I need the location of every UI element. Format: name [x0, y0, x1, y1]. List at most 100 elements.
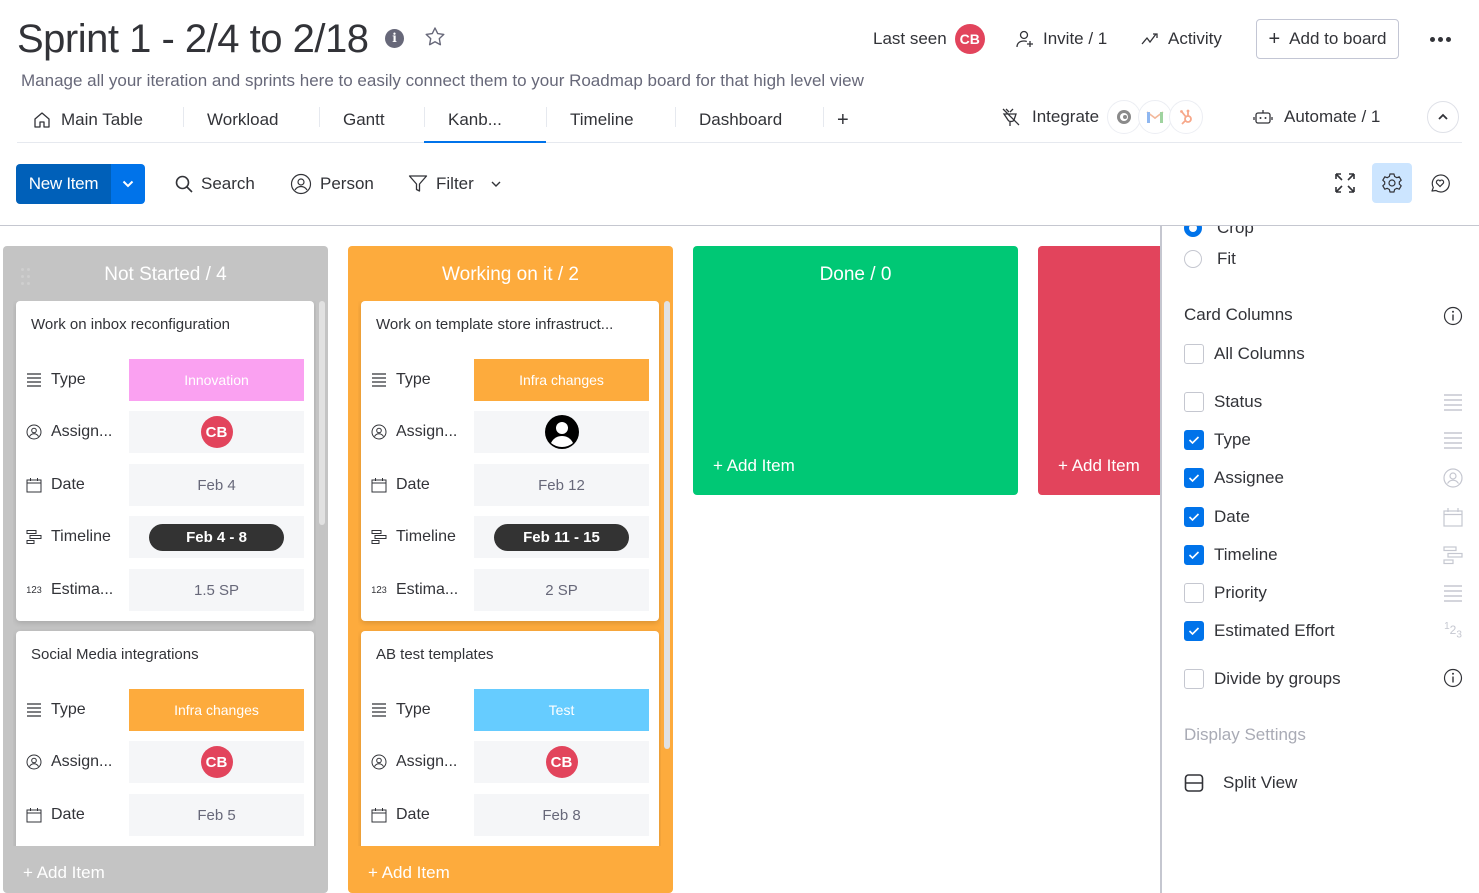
image-option-fit[interactable]: Fit: [1184, 247, 1236, 271]
new-item-button[interactable]: New Item: [16, 164, 145, 204]
tab-timeline[interactable]: Timeline: [570, 98, 634, 142]
image-option-crop[interactable]: Crop: [1184, 226, 1254, 240]
tab-main-table[interactable]: Main Table: [32, 98, 143, 142]
kanban-card[interactable]: Work on template store infrastruct... Ty…: [361, 301, 659, 621]
collapse-header-button[interactable]: [1427, 101, 1459, 133]
kanban-card[interactable]: AB test templates Type Test Assign... CB…: [361, 631, 659, 846]
checkbox[interactable]: [1184, 669, 1204, 689]
checkbox[interactable]: [1184, 507, 1204, 527]
new-item-dropdown[interactable]: [111, 164, 145, 204]
column-title[interactable]: Not Started / 4: [3, 264, 328, 286]
estimate-value[interactable]: 2 SP: [474, 569, 649, 611]
add-to-board-button[interactable]: + Add to board: [1256, 19, 1399, 59]
card-title[interactable]: Work on inbox reconfiguration: [31, 316, 301, 333]
type-label-value[interactable]: Infra changes: [129, 689, 304, 731]
info-circle-icon[interactable]: [1442, 305, 1464, 327]
card-title[interactable]: Social Media integrations: [31, 646, 301, 663]
checkbox[interactable]: [1184, 583, 1204, 603]
card-title[interactable]: Work on template store infrastruct...: [376, 316, 646, 333]
add-item-button[interactable]: + Add Item: [1058, 456, 1140, 476]
column-toggle-timeline[interactable]: Timeline: [1184, 543, 1278, 567]
column-toggle-status[interactable]: Status: [1184, 390, 1262, 414]
kanban-column-working-on-it: Working on it / 2 Work on template store…: [348, 246, 673, 893]
assignee-value[interactable]: CB: [129, 741, 304, 783]
date-value[interactable]: Feb 8: [474, 794, 649, 836]
radio-button[interactable]: [1184, 250, 1202, 268]
split-view-button[interactable]: Split View: [1184, 771, 1297, 795]
date-value[interactable]: Feb 4: [129, 464, 304, 506]
board-title[interactable]: Sprint 1 - 2/4 to 2/18: [17, 14, 369, 64]
automate-button[interactable]: Automate / 1: [1252, 102, 1380, 132]
column-title[interactable]: Working on it / 2: [348, 264, 673, 286]
add-item-button[interactable]: + Add Item: [23, 863, 105, 883]
checkbox[interactable]: [1184, 545, 1204, 565]
kanban-card[interactable]: Work on inbox reconfiguration Type Innov…: [16, 301, 314, 621]
timeline-value[interactable]: Feb 4 - 8: [129, 516, 304, 558]
add-view-button[interactable]: +: [837, 98, 849, 142]
checkbox-label: Date: [1214, 507, 1250, 526]
settings-button[interactable]: [1372, 163, 1412, 203]
more-options-button[interactable]: [1425, 24, 1455, 54]
radio-button[interactable]: [1184, 226, 1202, 237]
checkbox[interactable]: [1184, 392, 1204, 412]
column-toggle-estimated-effort[interactable]: Estimated Effort: [1184, 619, 1335, 643]
estimate-value[interactable]: 1.5 SP: [129, 569, 304, 611]
split-view-icon: [1184, 774, 1204, 792]
column-toggle-type[interactable]: Type: [1184, 428, 1251, 452]
activity-button[interactable]: Activity: [1140, 20, 1222, 58]
checkbox[interactable]: [1184, 430, 1204, 450]
tab-label: Main Table: [61, 110, 143, 129]
date-value[interactable]: Feb 12: [474, 464, 649, 506]
search-button[interactable]: Search: [175, 168, 255, 200]
assignee-value[interactable]: CB: [474, 741, 649, 783]
column-scrollbar[interactable]: [319, 301, 325, 525]
type-label-value[interactable]: Test: [474, 689, 649, 731]
card-title[interactable]: AB test templates: [376, 646, 646, 663]
invite-button[interactable]: Invite / 1: [1015, 20, 1107, 58]
board-description[interactable]: Manage all your iteration and sprints he…: [21, 71, 864, 91]
column-scrollbar[interactable]: [664, 301, 670, 749]
fullscreen-button[interactable]: [1325, 163, 1365, 203]
field-label: Assign...: [396, 423, 458, 440]
last-seen-button[interactable]: Last seen CB: [873, 20, 985, 58]
star-icon[interactable]: [423, 25, 447, 49]
date-value[interactable]: Feb 5: [129, 794, 304, 836]
tab-gantt[interactable]: Gantt: [343, 98, 385, 142]
column-title[interactable]: Done / 0: [693, 264, 1018, 286]
info-circle-icon[interactable]: [1442, 667, 1464, 689]
chevron-down-icon[interactable]: [490, 180, 502, 188]
feedback-button[interactable]: [1420, 163, 1460, 203]
tab-dashboard[interactable]: Dashboard: [699, 98, 782, 142]
assignee-value[interactable]: [474, 411, 649, 453]
type-label-value[interactable]: Innovation: [129, 359, 304, 401]
divide-by-groups-checkbox[interactable]: Divide by groups: [1184, 667, 1341, 691]
column-toggle-date[interactable]: Date: [1184, 505, 1250, 529]
board-settings-panel: Crop Fit Card Columns All Columns Status…: [1160, 226, 1479, 893]
tab-divider: [546, 107, 547, 127]
add-item-button[interactable]: + Add Item: [368, 863, 450, 883]
filter-button[interactable]: Filter: [408, 168, 502, 200]
integrate-button[interactable]: Integrate: [1000, 102, 1099, 132]
column-toggle-assignee[interactable]: Assignee: [1184, 466, 1284, 490]
new-item-label[interactable]: New Item: [16, 164, 111, 204]
type-label-value[interactable]: Infra changes: [474, 359, 649, 401]
column-toggle-priority[interactable]: Priority: [1184, 581, 1267, 605]
timeline-icon: [370, 528, 388, 546]
tab-workload[interactable]: Workload: [207, 98, 279, 142]
info-icon[interactable]: i: [385, 29, 404, 48]
checkbox[interactable]: [1184, 344, 1204, 364]
tab-kanban[interactable]: Kanb...: [424, 98, 546, 143]
person-filter-button[interactable]: Person: [290, 168, 374, 200]
checkbox[interactable]: [1184, 468, 1204, 488]
kanban-card[interactable]: Social Media integrations Type Infra cha…: [16, 631, 314, 846]
tab-divider: [675, 107, 676, 127]
assignee-value[interactable]: CB: [129, 411, 304, 453]
add-item-button[interactable]: + Add Item: [713, 456, 795, 476]
card-field-date: Date Feb 5: [16, 794, 314, 836]
timeline-value[interactable]: Feb 11 - 15: [474, 516, 649, 558]
checkbox[interactable]: [1184, 621, 1204, 641]
checkbox-label: Timeline: [1214, 545, 1278, 564]
integration-apps[interactable]: [1107, 100, 1203, 134]
card-field-assignee: Assign... CB: [16, 411, 314, 453]
all-columns-checkbox[interactable]: All Columns: [1184, 342, 1305, 366]
